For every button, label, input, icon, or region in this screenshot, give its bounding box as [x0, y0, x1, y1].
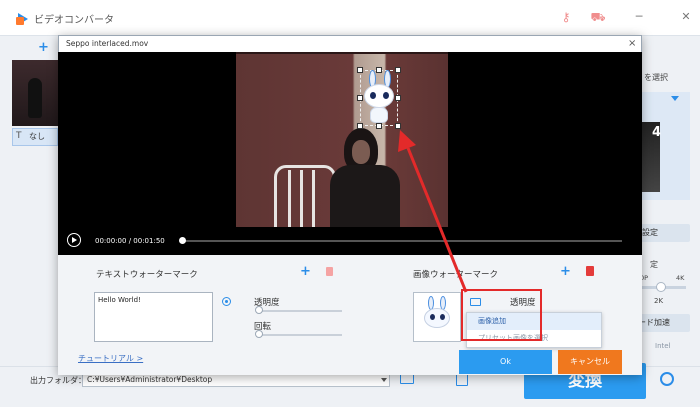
annotation-arrow	[398, 130, 468, 293]
